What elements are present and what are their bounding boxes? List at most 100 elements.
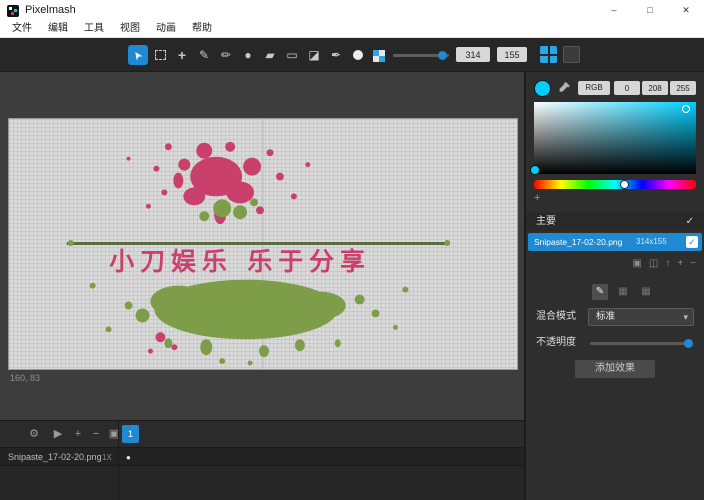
maximize-button[interactable]: □	[632, 0, 668, 20]
move-layer-up-button[interactable]: ↑	[665, 258, 670, 269]
smudge-tool-button[interactable]: ◪	[304, 45, 324, 65]
pencil-tool-button[interactable]: ✎	[194, 45, 214, 65]
blend-mode-row: 混合模式 标准 ▾	[526, 308, 704, 326]
add-layer-button[interactable]: +	[677, 258, 683, 269]
value-slider-handle[interactable]	[530, 165, 540, 175]
duplicate-layer-button[interactable]: ▣	[632, 258, 641, 269]
menubar: 文件 编辑 工具 视图 动画 帮助	[0, 20, 704, 38]
eraser-tool-button[interactable]: ▰	[260, 45, 280, 65]
pen-icon: ✒	[331, 48, 341, 62]
color-value-g[interactable]	[642, 81, 668, 95]
fill-icon: ●	[244, 48, 251, 62]
effects-grid-icon-2[interactable]: ▦	[638, 284, 654, 300]
chevron-down-icon: ▾	[683, 309, 688, 325]
menu-item-tools[interactable]: 工具	[76, 20, 112, 38]
color-value-r[interactable]	[614, 81, 640, 95]
horizontal-stroke	[67, 242, 449, 245]
smudge-icon: ◪	[308, 48, 319, 62]
pen-tool-button[interactable]: ✒	[326, 45, 346, 65]
layer-group-row[interactable]: 主要 ✓	[526, 213, 704, 231]
timeline-layer-name: Snipaste_17-02-20.png	[8, 448, 102, 467]
green-splat	[90, 280, 409, 366]
fill-tool-button[interactable]: ●	[238, 45, 258, 65]
pixelmash-window: Pixelmash – □ ✕ 文件 编辑 工具 视图 动画 帮助 ➤ + ✎ …	[0, 0, 704, 500]
group-visibility-toggle[interactable]: ✓	[686, 213, 694, 231]
eyedropper-icon[interactable]	[558, 81, 571, 99]
menu-item-help[interactable]: 帮助	[184, 20, 220, 38]
brush-icon: ✏	[221, 48, 231, 62]
menu-item-edit[interactable]: 编辑	[40, 20, 76, 38]
tool-group: ➤ + ✎ ✏ ● ▰ ▭ ◪ ✒	[128, 45, 346, 65]
sv-marker[interactable]	[682, 105, 690, 113]
marquee-icon	[155, 50, 166, 60]
add-swatch-button[interactable]: +	[534, 192, 540, 204]
duplicate-frame-button[interactable]: ▣	[106, 421, 122, 447]
remove-frame-button[interactable]: −	[88, 421, 104, 447]
color-value-b[interactable]	[670, 81, 696, 95]
add-effect-button[interactable]: 添加效果	[575, 360, 655, 378]
opacity-row: 不透明度	[526, 334, 704, 352]
canvas-height-field[interactable]	[497, 47, 527, 62]
move-icon: +	[178, 47, 186, 63]
saturation-value-picker[interactable]	[534, 102, 696, 174]
menu-item-animation[interactable]: 动画	[148, 20, 184, 38]
opacity-slider[interactable]	[590, 342, 692, 345]
layer-size: 314x155	[636, 233, 667, 251]
move-tool-button[interactable]: +	[172, 45, 192, 65]
pencil-icon: ✎	[199, 48, 209, 62]
green-accents	[199, 198, 258, 221]
window-title: Pixelmash	[25, 0, 76, 20]
merge-layer-button[interactable]: ◫	[649, 258, 658, 269]
blend-mode-value: 标准	[596, 309, 615, 325]
blend-mode-dropdown[interactable]: 标准 ▾	[588, 308, 694, 326]
window-controls: – □ ✕	[596, 0, 704, 20]
frame-1[interactable]: 1	[122, 425, 139, 443]
titlebar: Pixelmash – □ ✕	[0, 0, 704, 20]
layer-toolbar: ▣ ◫ ↑ + −	[632, 258, 696, 269]
canvas[interactable]: 小刀娱乐 乐于分享	[8, 118, 518, 370]
opacity-slider-handle[interactable]	[684, 339, 693, 348]
remove-layer-button[interactable]: −	[690, 258, 696, 269]
color-mode-button[interactable]: RGB	[578, 81, 610, 95]
layer-group-label: 主要	[536, 213, 556, 231]
effects-grid-icon-1[interactable]: ▦	[615, 284, 631, 300]
cursor-icon: ➤	[130, 47, 146, 62]
opacity-label: 不透明度	[536, 334, 576, 352]
select-tool-button[interactable]: ➤	[128, 45, 148, 65]
single-view-button[interactable]	[563, 46, 580, 63]
timeline-layer-row[interactable]: Snipaste_17-02-20.png 1X ●	[0, 447, 524, 466]
timeline-panel: ⚙ ▶ + − ▣ 1 Snipaste_17-02-20.png 1X ●	[0, 420, 524, 500]
canvas-width-field[interactable]	[456, 47, 490, 62]
grid-view-button[interactable]	[540, 46, 557, 63]
play-button[interactable]: ▶	[50, 421, 66, 447]
main-area: 小刀娱乐 乐于分享	[0, 72, 704, 500]
pattern-icon[interactable]	[373, 49, 385, 67]
cursor-coordinates: 160, 83	[10, 373, 40, 383]
shape-tool-button[interactable]: ▭	[282, 45, 302, 65]
add-frame-button[interactable]: +	[70, 421, 86, 447]
eraser-icon: ▰	[265, 48, 274, 62]
layer-row-selected[interactable]: Snipaste_17-02-20.png 314x155 ✓	[528, 233, 702, 251]
timeline-settings-button[interactable]: ⚙	[26, 421, 42, 447]
layer-visibility-checkbox[interactable]: ✓	[686, 236, 698, 248]
marquee-tool-button[interactable]	[150, 45, 170, 65]
close-button[interactable]: ✕	[668, 0, 704, 20]
layer-effects-icon[interactable]: ✎	[592, 284, 608, 300]
frame-repeat-count[interactable]: 1X	[102, 448, 112, 467]
minimize-button[interactable]: –	[596, 0, 632, 20]
hue-slider-handle[interactable]	[620, 180, 629, 189]
timeline-controls: ⚙ ▶ + − ▣ 1	[0, 421, 524, 447]
brush-size-slider[interactable]	[393, 54, 449, 57]
menu-item-file[interactable]: 文件	[4, 20, 40, 38]
effects-header: ✎ ▦ ▦	[592, 284, 654, 300]
current-color-swatch[interactable]	[534, 80, 551, 97]
shape-icon: ▭	[286, 48, 297, 62]
menu-item-view[interactable]: 视图	[112, 20, 148, 38]
toolbar: ➤ + ✎ ✏ ● ▰ ▭ ◪ ✒	[0, 38, 704, 72]
brush-tool-button[interactable]: ✏	[216, 45, 236, 65]
hue-slider[interactable]	[534, 180, 696, 189]
slogan-text: 小刀娱乐 乐于分享	[109, 247, 371, 276]
brush-shape-icon[interactable]	[353, 50, 363, 60]
keyframe-dot[interactable]: ●	[126, 448, 131, 467]
brush-size-slider-handle[interactable]	[438, 51, 447, 60]
